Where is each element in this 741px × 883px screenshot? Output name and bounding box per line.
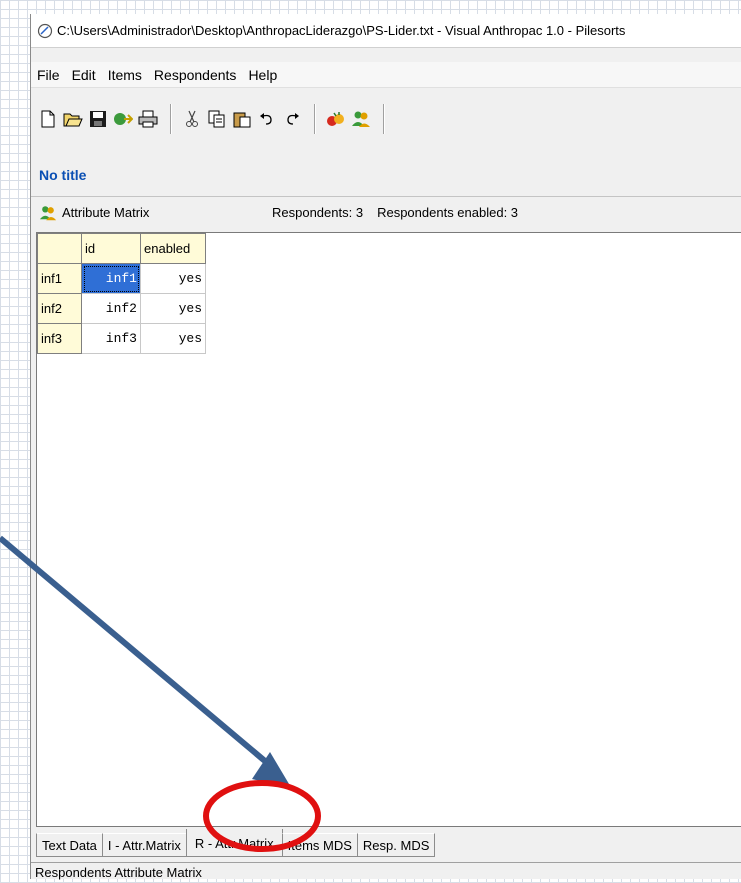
document-title: No title <box>39 167 87 183</box>
panel-header: Attribute Matrix Respondents: 3 Responde… <box>31 196 741 228</box>
tab-text-data[interactable]: Text Data <box>36 833 103 857</box>
app-window: C:\Users\Administrador\Desktop\Anthropac… <box>30 14 741 880</box>
paste-icon[interactable] <box>231 108 253 130</box>
copy-icon[interactable] <box>206 108 228 130</box>
tab-resp-mds[interactable]: Resp. MDS <box>356 833 436 857</box>
table-row: inf2 inf2 yes <box>37 293 206 324</box>
table-row: inf1 inf1 yes <box>37 263 206 294</box>
menu-help[interactable]: Help <box>242 67 283 83</box>
open-folder-icon[interactable] <box>62 108 84 130</box>
panel-title: Attribute Matrix <box>62 205 150 220</box>
toolbar-separator <box>170 104 171 134</box>
new-file-icon[interactable] <box>37 108 59 130</box>
grid-cell-enabled[interactable]: yes <box>140 323 206 354</box>
title-bar: C:\Users\Administrador\Desktop\Anthropac… <box>31 14 741 48</box>
column-header-enabled[interactable]: enabled <box>140 233 206 264</box>
menu-edit[interactable]: Edit <box>66 67 102 83</box>
import-icon[interactable] <box>112 108 134 130</box>
redo-icon[interactable] <box>281 108 303 130</box>
table-row: inf3 inf3 yes <box>37 323 206 354</box>
respondents-count: Respondents: 3 <box>272 205 364 220</box>
view-tabs: Text Data I - Attr.Matrix R - Attr.Matri… <box>36 829 436 857</box>
grid-cell-id[interactable]: inf1 <box>81 263 141 294</box>
anthropac-app-icon <box>37 23 53 38</box>
menu-file[interactable]: File <box>31 67 66 83</box>
tab-items-mds[interactable]: Items MDS <box>281 833 358 857</box>
row-header[interactable]: inf3 <box>37 323 82 354</box>
window-title: C:\Users\Administrador\Desktop\Anthropac… <box>57 23 626 38</box>
menu-items[interactable]: Items <box>102 67 148 83</box>
menu-respondents[interactable]: Respondents <box>148 67 243 83</box>
print-icon[interactable] <box>137 108 159 130</box>
attribute-matrix-grid[interactable]: id enabled inf1 inf1 yes inf2 inf2 yes i… <box>36 232 741 827</box>
grid-cell-id[interactable]: inf3 <box>81 323 141 354</box>
toolbar-separator <box>314 104 315 134</box>
respondents-enabled-count: Respondents enabled: 3 <box>377 205 519 220</box>
tab-i-attr-matrix[interactable]: I - Attr.Matrix <box>101 833 187 857</box>
status-bar: Respondents Attribute Matrix <box>31 862 741 880</box>
menu-bar: File Edit Items Respondents Help <box>31 62 741 88</box>
cut-icon[interactable] <box>181 108 203 130</box>
grid-cell-enabled[interactable]: yes <box>140 293 206 324</box>
grid-cell-enabled[interactable]: yes <box>140 263 206 294</box>
respondents-icon <box>39 205 57 220</box>
grid-cell-id[interactable]: inf2 <box>81 293 141 324</box>
grid-corner-cell[interactable] <box>37 233 82 264</box>
toolbar <box>31 98 741 140</box>
attribute-table: id enabled inf1 inf1 yes inf2 inf2 yes i… <box>37 233 206 354</box>
undo-icon[interactable] <box>256 108 278 130</box>
column-header-id[interactable]: id <box>81 233 141 264</box>
save-icon[interactable] <box>87 108 109 130</box>
row-header[interactable]: inf2 <box>37 293 82 324</box>
tab-r-attr-matrix[interactable]: R - Attr.Matrix <box>185 829 283 857</box>
items-icon[interactable] <box>325 108 347 130</box>
table-header-row: id enabled <box>37 233 206 264</box>
respondents-icon[interactable] <box>350 108 372 130</box>
toolbar-separator <box>383 104 384 134</box>
row-header[interactable]: inf1 <box>37 263 82 294</box>
